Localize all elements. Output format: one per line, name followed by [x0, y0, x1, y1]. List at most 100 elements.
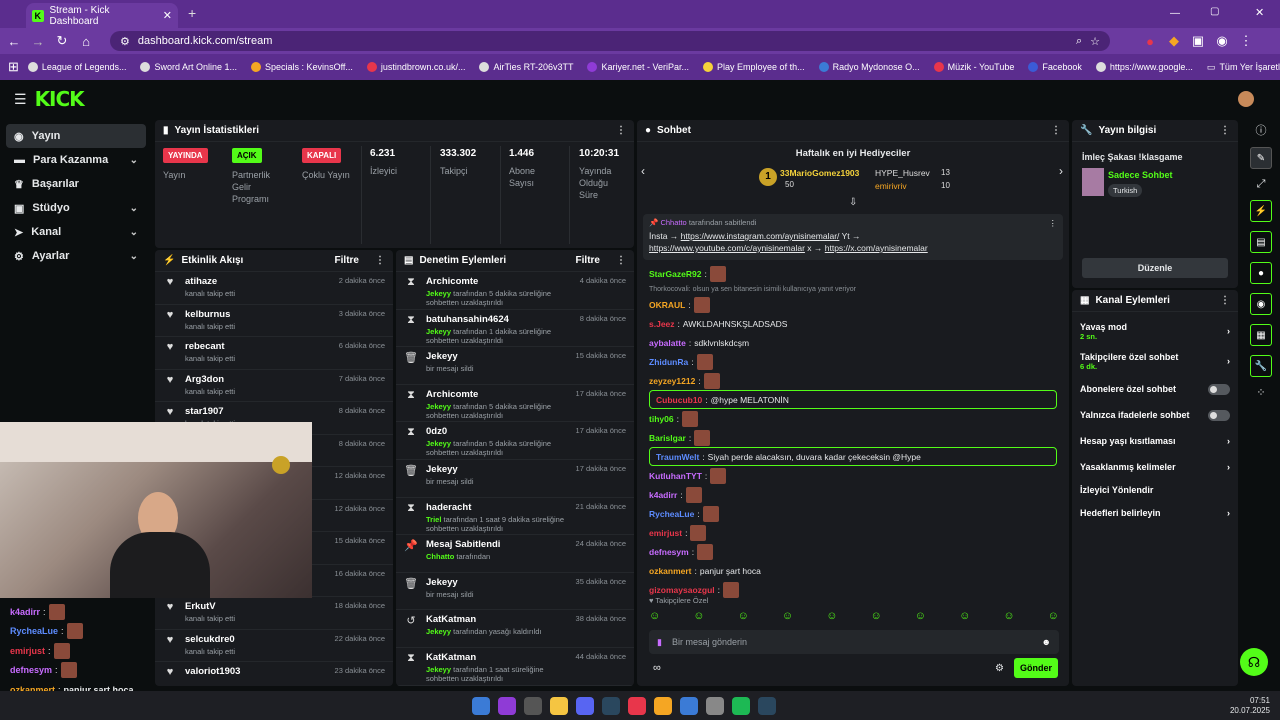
zoom-icon[interactable]: ⌕: [1076, 35, 1082, 48]
all-bookmarks[interactable]: ▭Tüm Yer İşaretleri: [1202, 62, 1280, 73]
spotify-icon[interactable]: [732, 696, 750, 715]
chat-username[interactable]: tihy06: [649, 414, 674, 424]
viewer-redirect-row[interactable]: İzleyici Yönlendir: [1072, 480, 1238, 500]
copilot-icon[interactable]: [498, 696, 516, 715]
emote-icon[interactable]: ☺: [1003, 610, 1014, 624]
chat-message[interactable]: RycheaLue:: [643, 504, 1063, 523]
steam-icon[interactable]: [602, 696, 620, 715]
close-tab-icon[interactable]: ✕: [163, 9, 172, 22]
chat-username[interactable]: ozkanmert: [649, 566, 692, 576]
bookmark[interactable]: Sword Art Online 1...: [135, 62, 242, 72]
filter-button[interactable]: Filtre: [335, 255, 359, 266]
emote-icon[interactable]: ☺: [693, 610, 704, 624]
list-item[interactable]: ♥ Arg3don kanalı takip etti 7 dakika önce: [155, 370, 393, 402]
goals-row[interactable]: Hedefleri belirleyin ›: [1072, 500, 1238, 526]
extensions-icon[interactable]: ▣: [1188, 31, 1208, 51]
bookmark[interactable]: League of Legends...: [23, 62, 132, 72]
emote-icon[interactable]: ☺: [1048, 610, 1059, 624]
clock[interactable]: 07:51 20.07.2025: [1230, 696, 1270, 716]
chat-message[interactable]: aybalatte: sdklvnlskdcşm: [643, 333, 1063, 352]
list-item[interactable]: ♥ rebecant kanalı takip etti 6 dakika önce: [155, 337, 393, 370]
emotes-only-toggle[interactable]: [1208, 409, 1230, 421]
list-item[interactable]: ♥ atihaze kanalı takip etti 2 dakika önce: [155, 272, 393, 305]
kebab-menu-icon[interactable]: ⋮: [1051, 125, 1061, 136]
chat-message[interactable]: ZhidunRa:: [643, 352, 1063, 371]
emote-icon[interactable]: ☺: [649, 610, 660, 624]
chat-username[interactable]: KutluhanTYT: [649, 471, 702, 481]
extension-icon[interactable]: ●: [1140, 31, 1160, 51]
list-item[interactable]: ⧗ Archicomte Jekeyy tarafından 5 dakika sü…: [396, 272, 634, 310]
chat-message[interactable]: OKRAUL:: [643, 295, 1063, 314]
instagram-link[interactable]: https://www.instagram.com/aynisinemalar/: [681, 231, 840, 241]
kebab-menu-icon[interactable]: ⋮: [616, 255, 626, 266]
chrome-icon[interactable]: [628, 696, 646, 715]
bookmark[interactable]: Specials : KevinsOff...: [246, 62, 358, 72]
list-item[interactable]: 🗑 Jekeyy bir mesajı sildi 17 dakika önce: [396, 460, 634, 498]
bookmark[interactable]: AirTies RT-206v3TT: [474, 62, 578, 72]
forward-icon[interactable]: →: [28, 31, 48, 51]
chat-message[interactable]: emirjust:: [643, 523, 1063, 542]
banned-words-row[interactable]: Yasaklanmış kelimeler ›: [1072, 454, 1238, 480]
subs-only-toggle[interactable]: [1208, 383, 1230, 395]
discord-icon[interactable]: [576, 696, 594, 715]
chat-message[interactable]: tihy06:: [643, 409, 1063, 428]
address-bar[interactable]: ⚙ dashboard.kick.com/stream ⌕ ☆: [110, 31, 1110, 51]
emote-icon[interactable]: ☺: [782, 610, 793, 624]
list-item[interactable]: ⧗ 0dz0 Jekeyy tarafından 5 dakika süreliği…: [396, 422, 634, 460]
app-icon[interactable]: [706, 696, 724, 715]
emote-icon[interactable]: ☺: [826, 610, 837, 624]
list-item[interactable]: ♥ kelburnus kanalı takip etti 3 dakika önce: [155, 305, 393, 337]
extension-icon[interactable]: ◆: [1164, 31, 1184, 51]
list-item[interactable]: ⧗ KatKatman Jekeyy tarafından 1 saat sürel…: [396, 648, 634, 686]
chat-username[interactable]: ZhidunRa: [649, 357, 688, 367]
followers-chat-row[interactable]: Takipçilere özel sohbet 6 dk. ›: [1072, 346, 1238, 376]
chat-username[interactable]: OKRAUL: [649, 300, 685, 310]
bookmark[interactable]: Kariyer.net - VeriPar...: [582, 62, 694, 72]
lightning-icon[interactable]: ⚡: [1250, 200, 1272, 222]
list-item[interactable]: ⧗ Archicomte Jekeyy tarafından 5 dakika sü…: [396, 385, 634, 423]
list-item[interactable]: 🗑 Jekeyy bir mesajı sildi 35 dakika önce: [396, 573, 634, 611]
emote-icon[interactable]: ☺: [870, 610, 881, 624]
bookmark-star-icon[interactable]: ☆: [1090, 35, 1100, 48]
chat-message[interactable]: TraumWelt: Siyah perde alacaksın, duvara …: [649, 447, 1057, 466]
chat-username[interactable]: Cubucub10: [656, 395, 702, 405]
emote-icon[interactable]: ☺: [915, 610, 926, 624]
apps-icon[interactable]: ⊞: [8, 57, 19, 77]
youtube-link[interactable]: https://www.youtube.com/c/aynisinemalar: [649, 243, 805, 253]
bookmark[interactable]: Facebook: [1023, 62, 1087, 72]
actions-icon[interactable]: ▦: [1250, 324, 1272, 346]
profile-icon[interactable]: ◉: [1212, 31, 1232, 51]
infinity-icon[interactable]: ∞: [653, 662, 661, 674]
chat-username[interactable]: gizomaysaozgul: [649, 585, 715, 595]
bookmark[interactable]: Radyo Mydonose O...: [814, 62, 925, 72]
chat-message[interactable]: defnesym:: [643, 542, 1063, 561]
send-button[interactable]: Gönder: [1014, 658, 1058, 678]
list-item[interactable]: ↺ KatKatman Jekeyy tarafından yasağı kaldı…: [396, 610, 634, 648]
document-icon[interactable]: ▤: [1250, 231, 1272, 253]
microphone-icon[interactable]: ▮: [657, 637, 662, 648]
chat-input[interactable]: ▮ Bir mesaj gönderin ☻: [649, 630, 1059, 654]
fullscreen-icon[interactable]: ⤢: [1257, 178, 1266, 191]
steam-icon[interactable]: [758, 696, 776, 715]
chat-message[interactable]: zeyzey1212:: [643, 371, 1063, 390]
chat-message[interactable]: Cubucub10: @hype MELATONİN: [649, 390, 1057, 409]
list-item[interactable]: ⧗ batuhansahin4624 Jekeyy tarafından 1 dak…: [396, 310, 634, 348]
pencil-icon[interactable]: ✎: [1250, 147, 1272, 169]
avatar[interactable]: [1238, 91, 1254, 107]
help-button[interactable]: ☊: [1240, 648, 1268, 676]
category-name[interactable]: Sadece Sohbet: [1108, 170, 1173, 180]
sidebar-item-kanal[interactable]: ➤ Kanal ⌄: [6, 220, 146, 244]
chat-message[interactable]: s.Jeez: AWKLDAHNSKŞLADSADS: [643, 314, 1063, 333]
kebab-menu-icon[interactable]: ⋮: [616, 125, 626, 136]
chat-username[interactable]: emirjust: [649, 528, 682, 538]
chat-message[interactable]: StarGazeR92:: [643, 264, 1063, 283]
minimize-icon[interactable]: —: [1170, 8, 1180, 19]
maximize-icon[interactable]: ▢: [1210, 6, 1219, 17]
back-icon[interactable]: ←: [4, 31, 24, 51]
bookmark[interactable]: Play Employee of th...: [698, 62, 810, 72]
chat-username[interactable]: zeyzey1212: [649, 376, 695, 386]
chat-username[interactable]: s.Jeez: [649, 319, 675, 329]
chat-icon[interactable]: ●: [1250, 262, 1272, 284]
wrench-icon[interactable]: 🔧: [1250, 355, 1272, 377]
account-age-row[interactable]: Hesap yaşı kısıtlaması ›: [1072, 428, 1238, 454]
